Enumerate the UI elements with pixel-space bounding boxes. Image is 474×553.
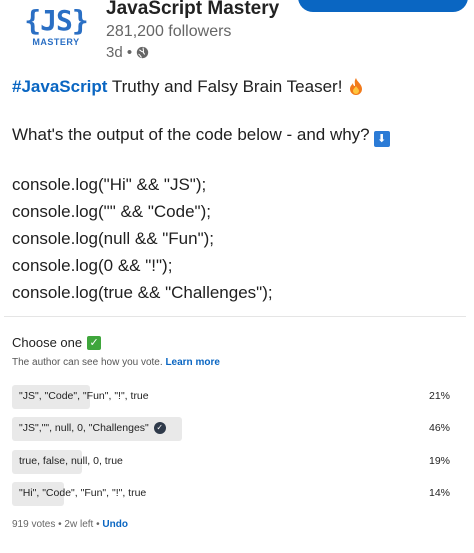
check-mark-icon: ✓: [87, 335, 102, 350]
poll: Choose one ✓ The author can see how you …: [4, 316, 466, 553]
poll-option-percent: 14%: [428, 487, 450, 499]
poll-option-label: "Hi", "Code", "Fun", "!", true: [19, 487, 146, 499]
hashtag-link[interactable]: #JavaScript: [12, 77, 107, 96]
code-line: console.log(null && "Fun");: [12, 229, 214, 248]
selected-check-icon: ✓: [153, 422, 166, 434]
post-meta: 3d •: [106, 44, 149, 61]
follower-count: 281,200 followers: [106, 23, 232, 40]
poll-title-text: Choose one: [12, 335, 83, 350]
post-title: Truthy and Falsy Brain Teaser!: [107, 77, 343, 96]
learn-more-link[interactable]: Learn more: [165, 357, 219, 368]
poll-option[interactable]: true, false, null, 0, true 19%: [12, 450, 458, 474]
poll-option-label: "JS", "Code", "Fun", "!", true: [19, 390, 149, 402]
poll-note: The author can see how you vote. Learn m…: [12, 357, 220, 368]
poll-option-text: true, false, null, 0, true: [19, 455, 123, 467]
post-body: #JavaScript Truthy and Falsy Brain Tease…: [12, 75, 464, 306]
post-header: {JS} MASTERY JavaScript Mastery 281,200 …: [10, 0, 474, 66]
poll-title: Choose one ✓: [12, 335, 102, 350]
code-block: console.log("Hi" && "JS"); console.log("…: [12, 171, 464, 306]
vote-count: 919 votes • 2w left •: [12, 519, 100, 530]
poll-option-label: true, false, null, 0, true: [19, 455, 123, 467]
post-question: What's the output of the code below - an…: [12, 125, 370, 144]
author-name[interactable]: JavaScript Mastery: [106, 0, 279, 20]
code-line: console.log("Hi" && "JS");: [12, 175, 207, 194]
author-logo[interactable]: {JS} MASTERY: [20, 6, 92, 58]
post-question-line: What's the output of the code below - an…: [12, 123, 464, 147]
poll-option-percent: 21%: [428, 390, 450, 402]
logo-mark: {JS}: [24, 4, 88, 37]
poll-option[interactable]: "Hi", "Code", "Fun", "!", true 14%: [12, 482, 458, 506]
poll-option-percent: 19%: [428, 455, 450, 467]
poll-option-text: "Hi", "Code", "Fun", "!", true: [19, 487, 147, 499]
poll-option-text: "JS", "Code", "Fun", "!", true: [19, 390, 149, 402]
poll-option[interactable]: "JS", "Code", "Fun", "!", true 21%: [12, 385, 458, 409]
poll-option-label: "JS","", null, 0, "Challenges" ✓: [19, 422, 166, 434]
logo-text: MASTERY: [32, 37, 80, 47]
poll-footer: 919 votes • 2w left • Undo: [12, 519, 128, 530]
poll-option-text: "JS","", null, 0, "Challenges": [19, 422, 149, 434]
poll-option-percent: 46%: [428, 422, 450, 434]
poll-note-text: The author can see how you vote.: [12, 357, 163, 368]
code-line: console.log(true && "Challenges");: [12, 283, 273, 302]
post-title-line: #JavaScript Truthy and Falsy Brain Tease…: [12, 75, 464, 99]
undo-link[interactable]: Undo: [102, 519, 128, 530]
globe-icon: [136, 46, 149, 59]
fire-icon: [350, 78, 363, 95]
poll-option-selected[interactable]: "JS","", null, 0, "Challenges" ✓ 46%: [12, 417, 458, 441]
follow-button[interactable]: [298, 0, 468, 12]
code-line: console.log("" && "Code");: [12, 202, 211, 221]
code-line: console.log(0 && "!");: [12, 256, 173, 275]
post-time: 3d •: [106, 44, 133, 61]
down-arrow-icon: ⬇: [373, 131, 390, 147]
